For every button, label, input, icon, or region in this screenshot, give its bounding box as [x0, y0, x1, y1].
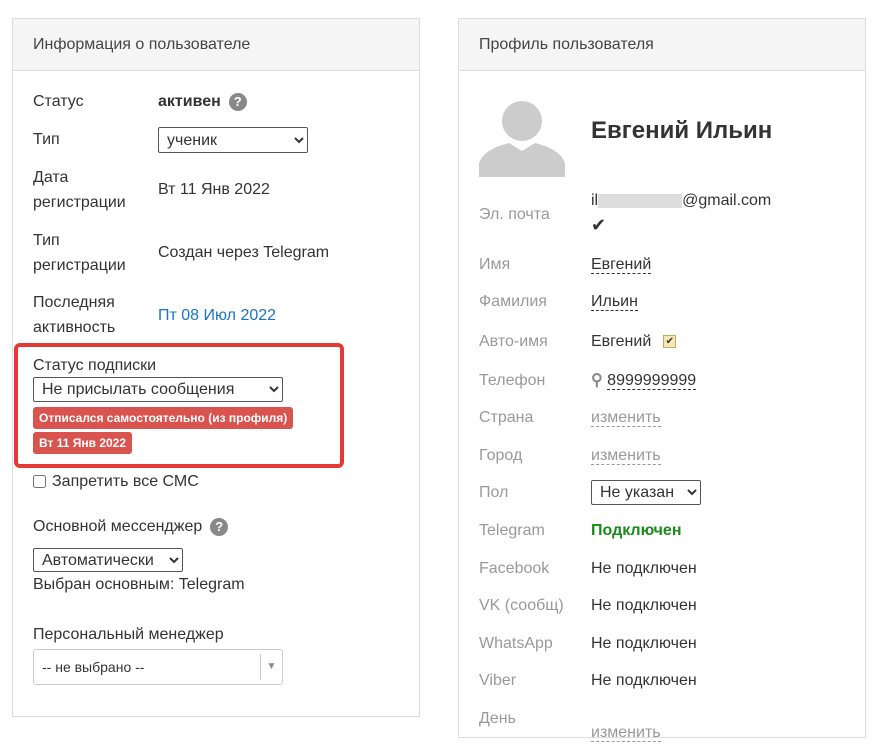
help-icon[interactable]: ? [210, 517, 229, 536]
help-icon[interactable]: ? [228, 92, 247, 111]
email-label: Эл. почта [479, 206, 550, 223]
messenger-chosen: Выбран основным: Telegram [33, 576, 245, 593]
phone-label: Телефон [479, 372, 546, 389]
phone-value[interactable]: 8999999999 [607, 372, 697, 390]
country-label: Страна [479, 409, 534, 426]
sms-checkbox[interactable] [33, 475, 46, 489]
country-edit-link[interactable]: изменить [591, 409, 661, 427]
email-redacted [598, 193, 683, 208]
telegram-status: Подключен [591, 522, 682, 539]
auto-name-label: Авто-имя [479, 333, 548, 350]
facebook-status: Не подключен [591, 560, 697, 577]
messenger-select[interactable]: Автоматически [33, 548, 183, 572]
profile-name: Евгений Ильин [591, 117, 773, 144]
status-label: Статус [33, 93, 84, 110]
viber-label: Viber [479, 672, 517, 689]
first-name-value[interactable]: Евгений [591, 256, 652, 274]
email-value: il @gmail.com [591, 189, 771, 213]
status-text: активен [158, 93, 221, 110]
gender-label: Пол [479, 484, 509, 501]
email-suffix: @gmail.com [682, 192, 772, 209]
user-profile-panel: Профиль пользователя Евгений Ильин Эл. п… [458, 18, 866, 742]
facebook-label: Facebook [479, 560, 550, 577]
auto-name-value: Евгений [591, 333, 652, 350]
last-activity-day: Пт [158, 307, 182, 324]
last-activity-value[interactable]: Пт 08 Июл 2022 [158, 303, 276, 328]
vk-status: Не подключен [591, 597, 697, 614]
search-icon[interactable]: ⚲ [591, 372, 603, 389]
gender-select[interactable]: Не указан [591, 480, 701, 505]
first-name-label: Имя [479, 256, 511, 273]
manager-label: Персональный менеджер [33, 626, 224, 643]
unsubscribe-date-badge: Вт 11 Янв 2022 [33, 432, 133, 454]
panel-title: Информация о пользователе [13, 19, 419, 71]
messenger-label: Основной мессенджер [33, 518, 203, 535]
reg-type-value: Создан через Telegram [158, 244, 330, 261]
auto-name-checkbox[interactable]: ✔ [663, 335, 677, 348]
viber-status: Не подключен [591, 672, 697, 689]
manager-select[interactable]: -- не выбрано -- ▼ [33, 649, 283, 685]
whatsapp-label: WhatsApp [479, 635, 553, 652]
telegram-label: Telegram [479, 522, 545, 539]
birthday-label: День [479, 710, 516, 727]
unsubscribe-reason-badge: Отписался самостоятельно (из профиля) [33, 407, 294, 429]
email-prefix: il [591, 192, 599, 209]
avatar [479, 91, 565, 177]
whatsapp-status: Не подключен [591, 635, 697, 652]
verified-check-icon: ✔ [591, 215, 607, 235]
city-edit-link[interactable]: изменить [591, 447, 661, 465]
reg-date-label: Дата регистрации [33, 169, 126, 211]
chevron-down-icon: ▼ [260, 654, 282, 680]
last-activity-label: Последняя активность [33, 294, 116, 336]
city-label: Город [479, 447, 523, 464]
user-info-panel: Информация о пользователе Статус активен… [12, 18, 420, 717]
vk-label: VK (сообщ) [479, 597, 564, 614]
last-activity-date[interactable]: 08 Июл 2022 [181, 307, 276, 324]
subscription-label: Статус подписки [33, 357, 157, 374]
status-value: активен? [158, 89, 247, 114]
type-label: Тип [33, 131, 60, 148]
panel-title: Профиль пользователя [459, 19, 865, 71]
sms-label: Запретить все СМС [52, 473, 199, 490]
subscription-select[interactable]: Не присылать сообщения [33, 377, 283, 402]
birthday-edit-link[interactable]: изменить [591, 724, 661, 742]
last-name-label: Фамилия [479, 293, 547, 310]
manager-value: -- не выбрано -- [42, 659, 145, 675]
reg-type-label: Тип регистрации [33, 232, 126, 274]
reg-date-value: Вт 11 Янв 2022 [158, 181, 270, 198]
type-select[interactable]: ученик [158, 127, 308, 153]
last-name-value[interactable]: Ильин [591, 293, 638, 311]
